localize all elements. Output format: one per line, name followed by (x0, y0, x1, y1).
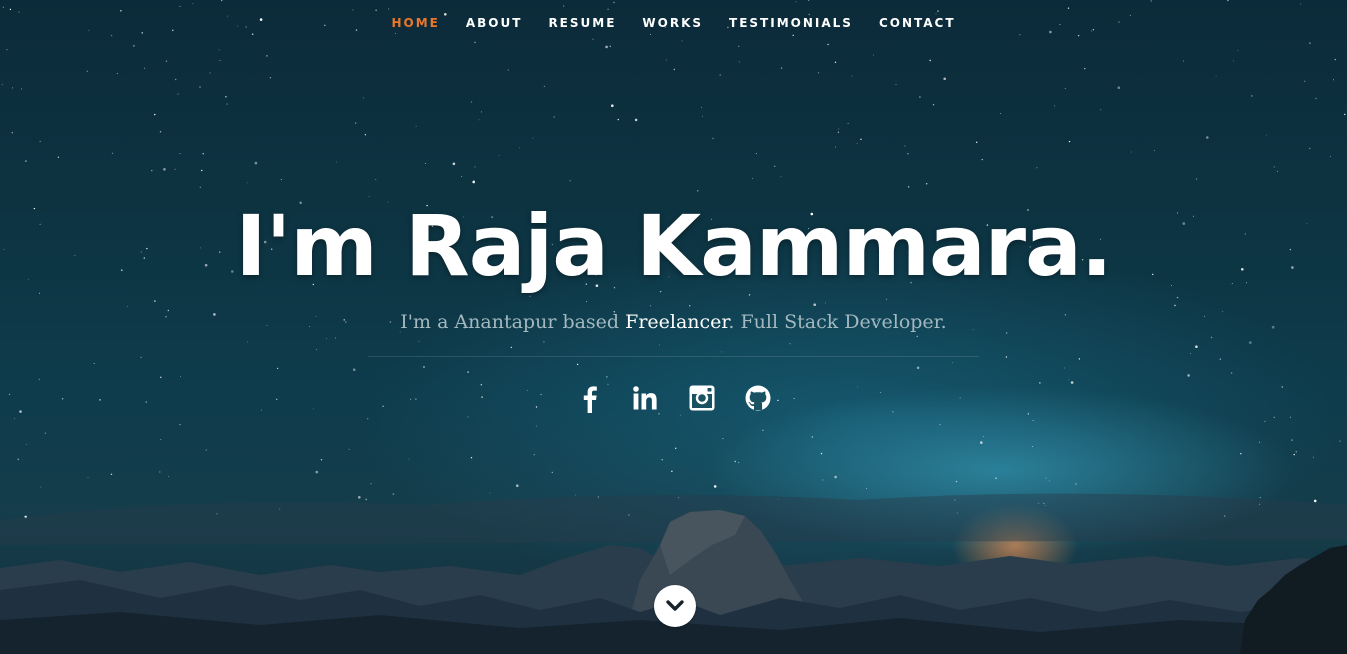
nav-item-resume[interactable]: RESUME (535, 13, 629, 33)
tagline-suffix: . Full Stack Developer. (728, 311, 947, 333)
nav-item-contact[interactable]: CONTACT (866, 13, 969, 33)
chevron-down-icon (666, 600, 684, 611)
hero-tagline: I'm a Anantapur based Freelancer. Full S… (0, 308, 1347, 336)
nav-item-about[interactable]: ABOUT (453, 13, 536, 33)
nav-item-home[interactable]: HOME (378, 13, 452, 33)
linkedin-icon (632, 386, 657, 410)
nav-item-testimonials[interactable]: TESTIMONIALS (716, 13, 866, 33)
instagram-link[interactable] (687, 382, 717, 414)
github-icon (745, 385, 770, 411)
github-link[interactable] (743, 382, 773, 414)
hero-divider (368, 356, 979, 357)
hero-headline: I'm Raja Kammara. (235, 197, 1112, 295)
linkedin-link[interactable] (631, 382, 661, 414)
tagline-highlight: Freelancer (625, 311, 729, 333)
facebook-link[interactable] (575, 382, 605, 414)
tagline-prefix: I'm a Anantapur based (400, 311, 626, 333)
main-nav: HOME ABOUT RESUME WORKS TESTIMONIALS CON… (0, 13, 1347, 33)
nav-item-works[interactable]: WORKS (629, 13, 716, 33)
social-links (0, 382, 1347, 414)
scroll-down-button[interactable] (654, 585, 696, 627)
instagram-icon (689, 385, 714, 411)
facebook-icon (583, 386, 597, 413)
